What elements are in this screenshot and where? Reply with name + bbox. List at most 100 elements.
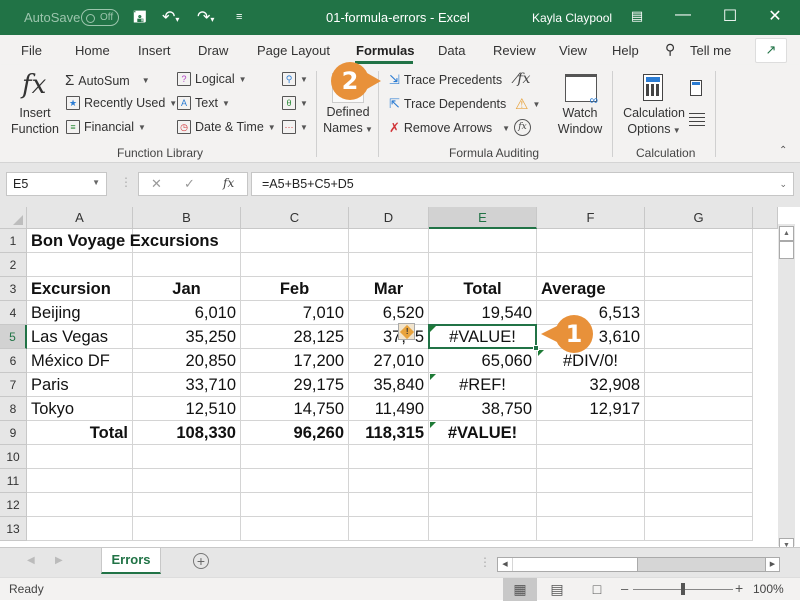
tab-help[interactable]: Help [612,43,639,58]
data-cell[interactable]: 20,850 [133,349,241,373]
cell[interactable] [645,493,753,517]
column-label[interactable]: Feb [241,277,349,301]
save-icon[interactable]: 🖪 [133,6,147,33]
horizontal-scrollbar[interactable]: ◀ ▶ [497,557,780,572]
cell[interactable] [429,517,537,541]
data-cell[interactable]: 17,200 [241,349,349,373]
column-header-f[interactable]: F [537,207,645,229]
calculation-options-button[interactable]: Calculation Options ▼ [620,105,688,139]
row-header-3[interactable]: 3 [0,277,27,301]
watch-window-icon[interactable]: ∞ [565,74,598,107]
cell[interactable] [645,301,753,325]
calculate-now-icon[interactable] [690,80,702,96]
cell[interactable] [537,253,645,277]
cell[interactable] [349,469,429,493]
cell[interactable] [537,517,645,541]
insert-function-icon[interactable]: fx [22,70,46,100]
financial-button[interactable]: ≡ Financial ▼ [66,120,146,134]
maximize-icon[interactable]: ☐ [715,6,745,26]
zoom-in-icon[interactable]: + [735,580,743,596]
cell[interactable] [429,445,537,469]
worksheet-grid[interactable]: A B C D E F G 1 2 3 4 5 6 7 8 9 10 11 12 13 Bon Voyage Excur… [0,207,800,547]
text-button[interactable]: A Text ▼ [177,96,230,110]
data-cell[interactable]: 7,010 [241,301,349,325]
cell[interactable] [645,373,753,397]
cell[interactable] [349,493,429,517]
cell[interactable] [27,493,133,517]
column-label[interactable]: Mar [349,277,429,301]
row-header-12[interactable]: 12 [0,493,27,517]
total-cell[interactable]: #VALUE! [429,421,537,445]
column-label[interactable]: Excursion [27,277,133,301]
cell[interactable] [27,253,133,277]
excursion-name[interactable]: Beijing [27,301,133,325]
cell[interactable] [241,517,349,541]
cell[interactable] [537,229,645,253]
logical-button[interactable]: ? Logical ▼ [177,72,247,86]
data-cell[interactable]: 38,750 [429,397,537,421]
data-cell[interactable]: #REF! [429,373,537,397]
data-cell[interactable]: 35,250 [133,325,241,349]
tab-insert[interactable]: Insert [138,43,171,58]
split-handle-icon[interactable]: ⋮ [479,555,491,569]
tab-file[interactable]: File [21,43,42,58]
total-cell[interactable] [537,421,645,445]
zoom-slider-thumb[interactable] [681,583,685,595]
tab-review[interactable]: Review [493,43,536,58]
error-warning-icon[interactable]: ! [398,323,415,340]
data-cell[interactable]: 65,060 [429,349,537,373]
cell[interactable] [349,517,429,541]
insert-function-button[interactable]: Insert Function [8,105,62,137]
next-sheet-icon[interactable]: ▶ [55,555,63,566]
column-header-g[interactable]: G [645,207,753,229]
redo-icon[interactable]: ↷▾ [197,7,214,27]
trace-precedents-button[interactable]: ⇲ Trace Precedents [389,72,502,88]
cell[interactable] [645,349,753,373]
column-header-d[interactable]: D [349,207,429,229]
chevron-down-icon[interactable]: ▼ [92,178,100,187]
tab-formulas[interactable]: Formulas [356,43,415,58]
cell[interactable] [537,493,645,517]
calculator-icon[interactable] [643,74,663,101]
data-cell[interactable]: 12,917 [537,397,645,421]
autosave-toggle[interactable]: Off [81,9,119,26]
data-cell[interactable]: 35,840 [349,373,429,397]
data-cell[interactable]: 12,510 [133,397,241,421]
cell[interactable] [133,517,241,541]
cell[interactable] [645,397,753,421]
select-all-button[interactable] [0,207,27,229]
math-trig-button[interactable]: θ ▼ [282,96,308,110]
watch-window-button[interactable]: Watch Window [552,105,608,137]
total-cell[interactable]: 108,330 [133,421,241,445]
cell[interactable] [429,229,537,253]
data-cell[interactable]: 33,710 [133,373,241,397]
trace-dependents-button[interactable]: ⇱ Trace Dependents [389,96,506,112]
remove-arrows-button[interactable]: ✗ Remove Arrows ▼ [389,120,510,136]
formula-input[interactable]: =A5+B5+C5+D5 ⌄ [251,172,794,196]
tab-data[interactable]: Data [438,43,465,58]
cell[interactable] [133,253,241,277]
row-header-7[interactable]: 7 [0,373,27,397]
more-functions-button[interactable]: ··· ▼ [282,120,308,134]
cell[interactable] [241,253,349,277]
row-header-1[interactable]: 1 [0,229,27,253]
column-header-c[interactable]: C [241,207,349,229]
column-header-b[interactable]: B [133,207,241,229]
column-header-a[interactable]: A [27,207,133,229]
vertical-scrollbar[interactable]: ▲ ▼ [778,224,795,553]
show-formulas-icon[interactable]: ⁄fx [515,71,530,87]
row-header-6[interactable]: 6 [0,349,27,373]
row-header-10[interactable]: 10 [0,445,27,469]
undo-icon[interactable]: ↶▾ [162,7,179,27]
cell[interactable] [645,277,753,301]
cell[interactable] [241,493,349,517]
cell[interactable] [645,445,753,469]
total-cell[interactable]: 118,315 [349,421,429,445]
horizontal-scroll-thumb[interactable] [513,558,638,571]
lookup-reference-button[interactable]: ⚲ ▼ [282,72,308,86]
row-header-5[interactable]: 5 [0,325,27,349]
cell[interactable] [349,253,429,277]
excursion-name[interactable]: Tokyo [27,397,133,421]
defined-names-button[interactable]: Defined Names ▼ [322,104,374,138]
cancel-icon[interactable]: ✕ [151,176,162,192]
